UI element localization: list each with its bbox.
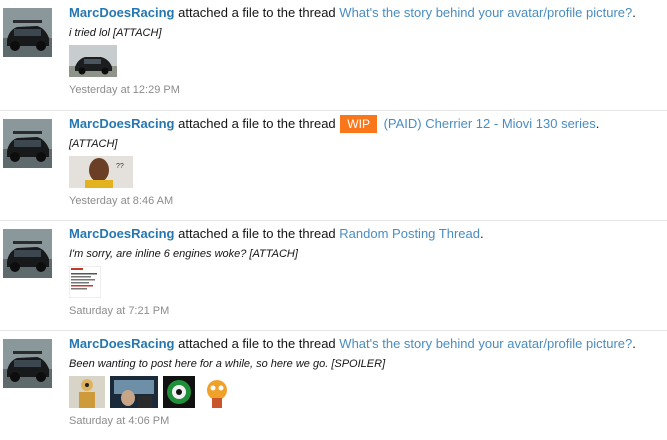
punctuation: . [632,336,636,351]
username-link[interactable]: MarcDoesRacing [69,116,174,131]
action-text: attached a file to the thread [178,5,336,20]
wip-badge: WIP [340,115,377,133]
activity-headline: MarcDoesRacing attached a file to the th… [69,4,667,22]
activity-headline: MarcDoesRacing attached a file to the th… [69,335,667,353]
cartoon-cat-thumbnail[interactable] [200,376,234,408]
activity-item: MarcDoesRacing attached a file to the th… [0,330,667,440]
attachment-list [69,45,667,77]
action-text: attached a file to the thread [178,336,336,351]
username-link[interactable]: MarcDoesRacing [69,5,174,20]
punctuation: . [479,226,484,241]
attachment-list [69,376,667,408]
post-snippet: I'm sorry, are inline 6 engines woke? [A… [69,248,298,260]
avatar[interactable] [3,119,52,168]
activity-feed: MarcDoesRacing attached a file to the th… [0,0,667,440]
post-snippet: i tried lol [ATTACH] [69,27,162,39]
green-badge-thumbnail[interactable] [163,376,195,408]
thread-link[interactable]: What's the story behind your avatar/prof… [339,5,632,20]
activity-headline: MarcDoesRacing attached a file to the th… [69,115,667,133]
post-date[interactable]: Saturday at 4:06 PM [69,414,667,428]
avatar[interactable] [3,8,52,57]
crash-test-dummy-thumbnail[interactable] [69,376,105,408]
thread-link[interactable]: Random Posting Thread [339,226,480,241]
person-meme-thumbnail[interactable]: ?? [69,156,133,188]
punctuation: . [595,116,600,131]
post-date[interactable]: Saturday at 7:21 PM [69,304,667,318]
thread-link[interactable]: (PAID) Cherrier 12 - Miovi 130 series [384,116,596,131]
post-snippet: Been wanting to post here for a while, s… [69,358,386,370]
thread-link[interactable]: What's the story behind your avatar/prof… [339,336,632,351]
username-link[interactable]: MarcDoesRacing [69,226,174,241]
article-screenshot-thumbnail[interactable] [69,266,101,298]
punctuation: . [632,5,636,20]
activity-headline: MarcDoesRacing attached a file to the th… [69,225,667,243]
activity-item: MarcDoesRacing attached a file to the th… [0,220,667,330]
attachment-list: ?? [69,156,667,188]
action-text: attached a file to the thread [178,226,336,241]
car-interior-thumbnail[interactable] [110,376,158,408]
post-snippet: [ATTACH] [69,138,118,150]
avatar[interactable] [3,229,52,278]
svg-text:??: ?? [116,163,124,170]
post-date[interactable]: Yesterday at 8:46 AM [69,194,667,208]
username-link[interactable]: MarcDoesRacing [69,336,174,351]
avatar[interactable] [3,339,52,388]
activity-item: MarcDoesRacing attached a file to the th… [0,110,667,220]
activity-item: MarcDoesRacing attached a file to the th… [0,0,667,110]
attachment-list [69,266,667,298]
car-photo-thumbnail[interactable] [69,45,117,77]
action-text: attached a file to the thread [178,116,336,131]
post-date[interactable]: Yesterday at 12:29 PM [69,83,667,97]
